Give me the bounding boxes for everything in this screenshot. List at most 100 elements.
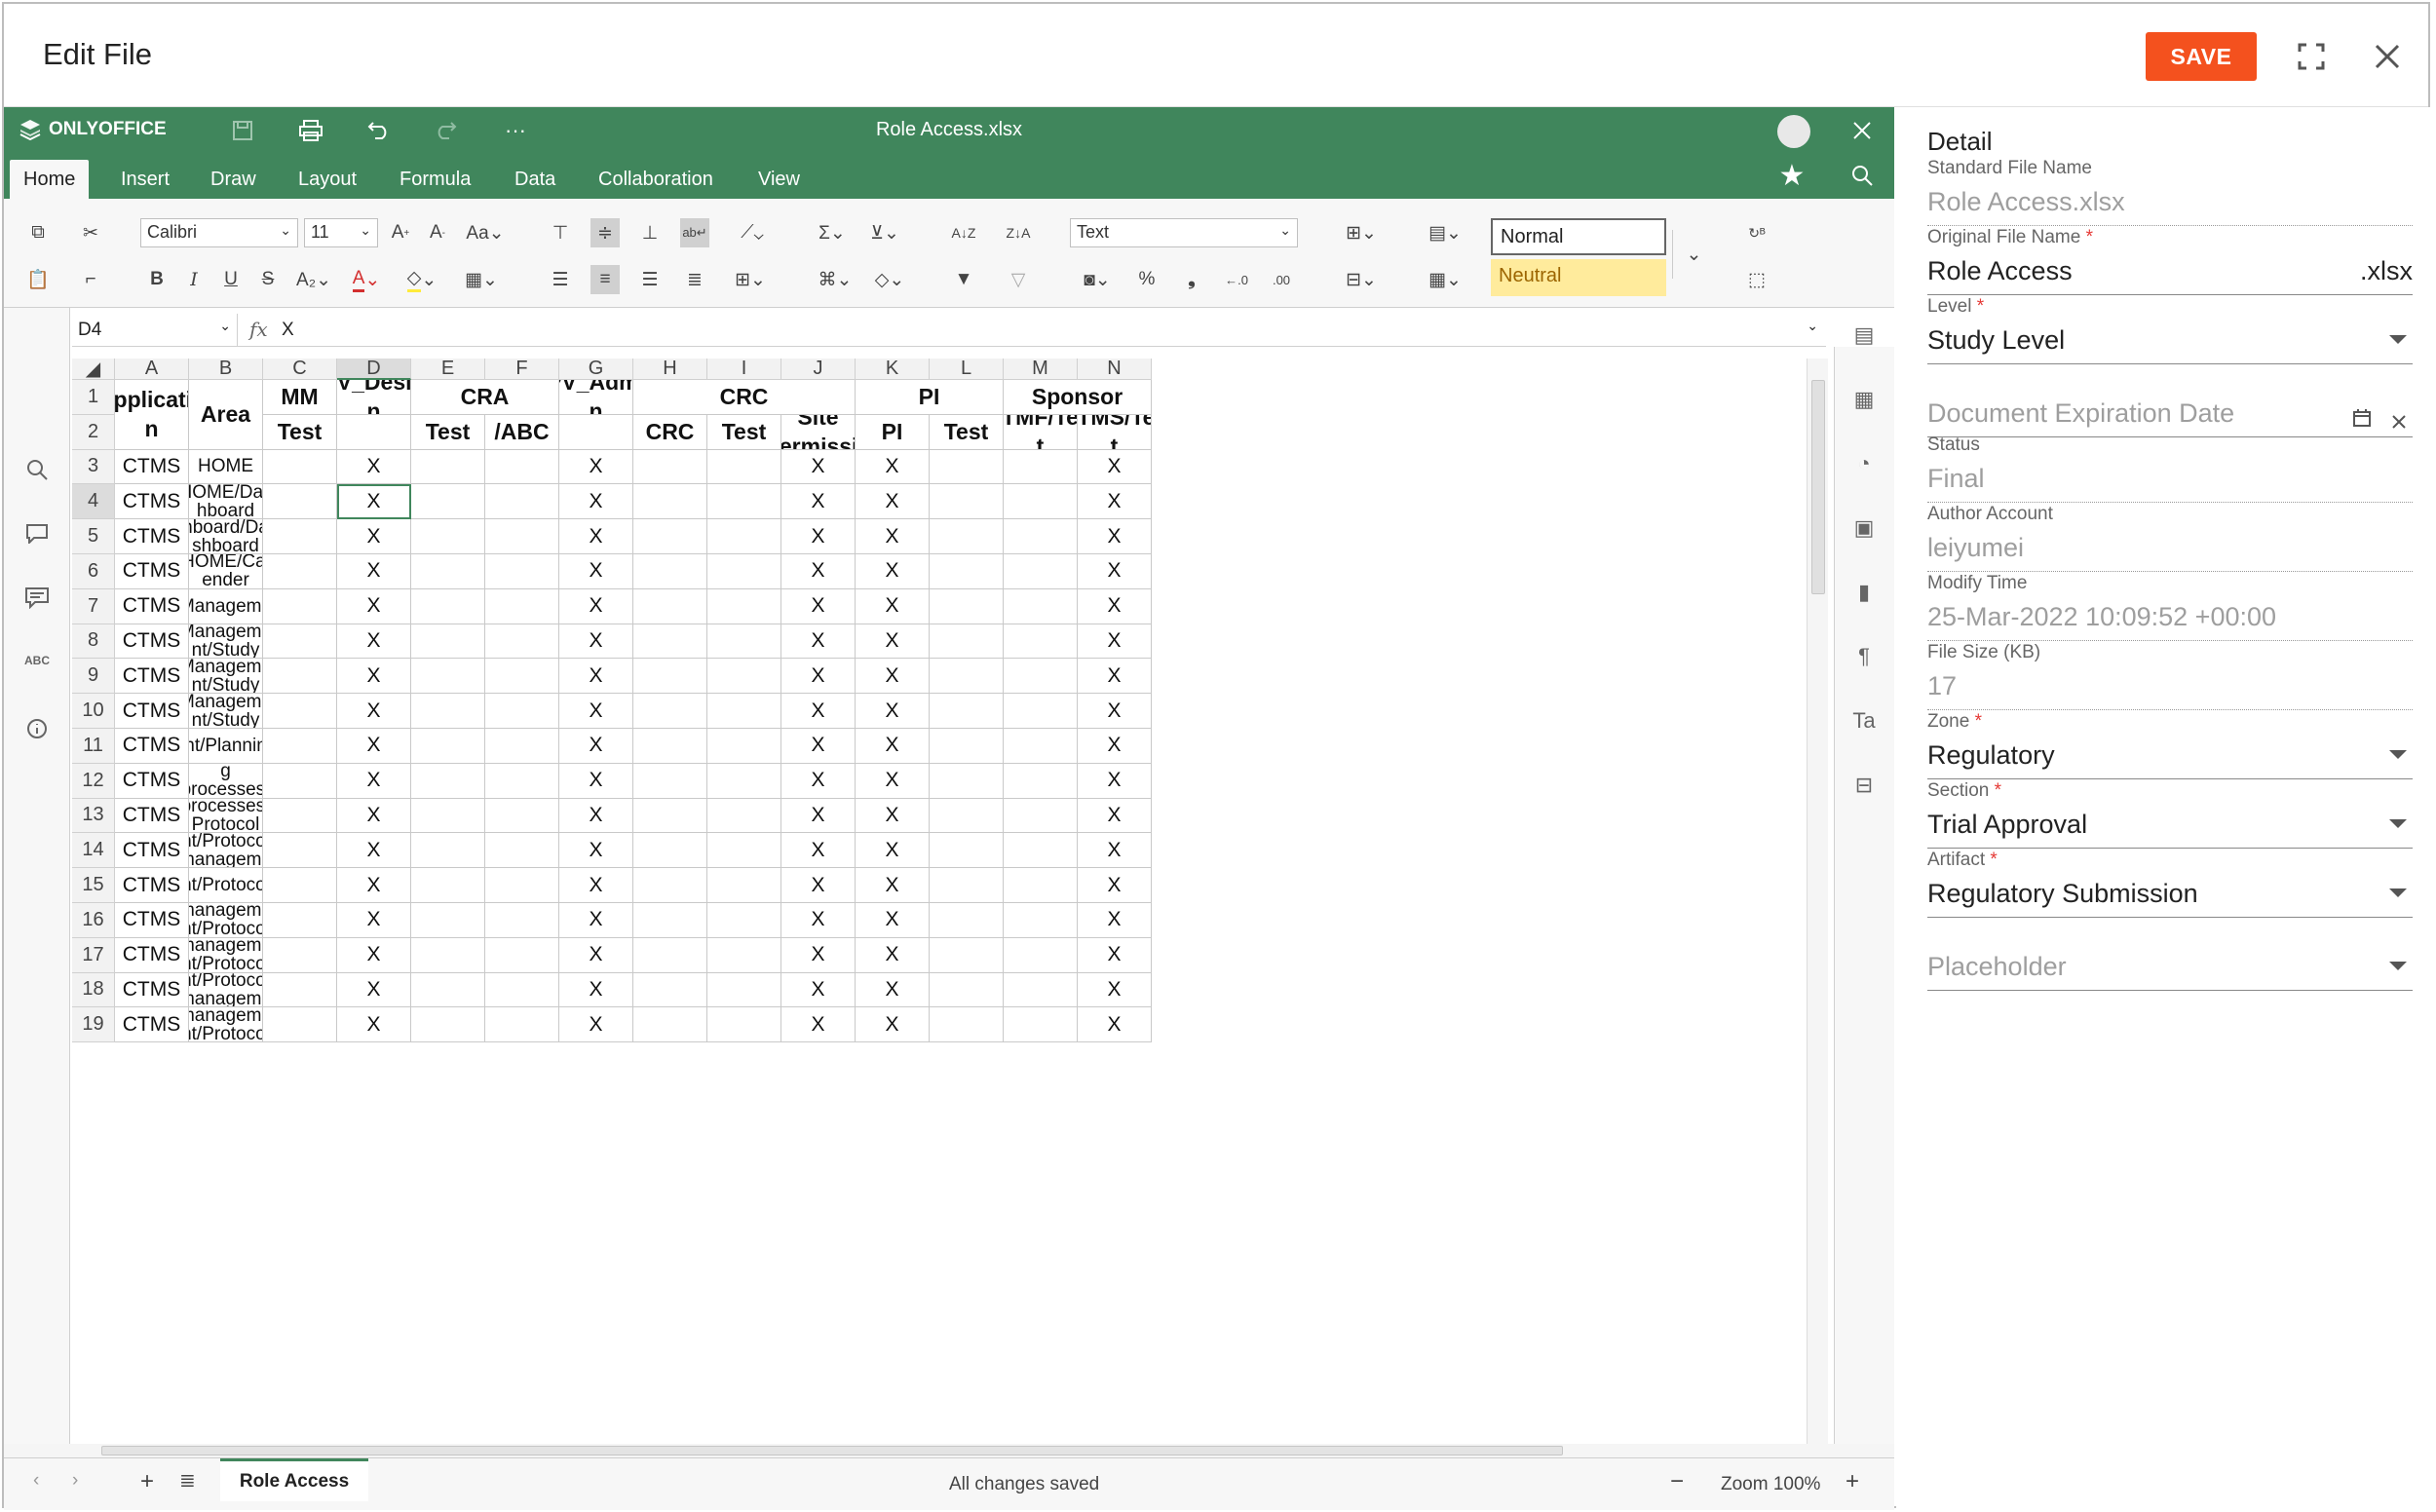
table-cell[interactable] (411, 624, 485, 660)
table-cell[interactable] (263, 694, 337, 729)
table-cell[interactable]: X (337, 868, 411, 903)
table-cell[interactable]: X (337, 972, 411, 1008)
table-cell[interactable] (1004, 449, 1078, 485)
table-cell[interactable]: X (1078, 972, 1152, 1008)
merge-cells-icon[interactable]: ⊞⌄ (725, 265, 776, 294)
table-cell[interactable]: X (1078, 729, 1152, 764)
table-cell[interactable] (485, 694, 559, 729)
accounting-icon[interactable]: ◙⌄ (1074, 265, 1121, 294)
table-cell[interactable] (633, 868, 707, 903)
table-cell[interactable]: X (781, 729, 856, 764)
table-cell[interactable] (1004, 729, 1078, 764)
table-cell[interactable]: X (337, 763, 411, 799)
format-as-table-icon[interactable]: ▦⌄ (1421, 265, 1469, 294)
filter-icon[interactable]: ▼ (949, 265, 978, 294)
date-field[interactable]: Document Expiration Date (1927, 398, 2413, 437)
calendar-icon[interactable] (2352, 404, 2372, 435)
paste-icon[interactable]: 📋 (23, 265, 53, 294)
header-cell[interactable]: MM (263, 380, 337, 415)
table-cell[interactable] (485, 554, 559, 589)
table-cell[interactable] (485, 519, 559, 554)
table-cell[interactable]: X (559, 554, 633, 589)
column-header[interactable]: A (115, 358, 189, 380)
row-header[interactable]: 18 (72, 972, 115, 1008)
table-cell[interactable]: X (856, 972, 930, 1008)
table-cell[interactable]: X (781, 588, 856, 624)
row-header[interactable]: 11 (72, 729, 115, 764)
table-cell[interactable]: X (856, 729, 930, 764)
table-cell[interactable] (930, 588, 1004, 624)
table-cell[interactable]: X (337, 519, 411, 554)
header-cell[interactable]: Test (263, 414, 337, 450)
justify-icon[interactable]: ≣ (680, 265, 709, 294)
table-cell[interactable]: X (1078, 694, 1152, 729)
table-cell[interactable] (930, 903, 1004, 938)
star-icon[interactable]: ★ (1775, 160, 1808, 192)
percent-icon[interactable]: % (1132, 265, 1161, 294)
table-cell[interactable] (263, 624, 337, 660)
header-cell[interactable]: /ABC (485, 414, 559, 450)
table-cell[interactable] (263, 833, 337, 869)
table-cell[interactable] (633, 1007, 707, 1043)
table-cell[interactable] (263, 449, 337, 485)
header-cell[interactable]: PV_Design (337, 380, 411, 415)
table-cell[interactable] (485, 937, 559, 973)
conditional-formatting-icon[interactable]: ▤⌄ (1421, 218, 1469, 247)
strikethrough-icon[interactable]: S (253, 265, 283, 294)
chat-icon[interactable] (21, 583, 53, 614)
table-cell[interactable]: Management/Study (189, 624, 263, 660)
table-cell[interactable]: processes/Protocol (189, 798, 263, 834)
table-cell[interactable]: nt/Plannin (189, 729, 263, 764)
table-cell[interactable] (707, 798, 781, 834)
table-cell[interactable]: CTMS (115, 588, 189, 624)
table-cell[interactable]: X (1078, 1007, 1152, 1043)
table-cell[interactable] (633, 519, 707, 554)
table-cell[interactable]: X (337, 1007, 411, 1043)
table-cell[interactable]: nt/Protocolmanageme (189, 833, 263, 869)
table-cell[interactable] (485, 833, 559, 869)
table-cell[interactable] (1004, 624, 1078, 660)
tab-collaboration[interactable]: Collaboration (585, 160, 727, 199)
paragraph-settings-icon[interactable]: ¶ (1848, 641, 1880, 672)
select-all-corner[interactable]: ◢ (72, 359, 115, 380)
search-icon[interactable] (1846, 160, 1879, 191)
table-cell[interactable]: X (559, 868, 633, 903)
table-cell[interactable]: X (559, 729, 633, 764)
table-cell[interactable] (1004, 588, 1078, 624)
table-cell[interactable] (930, 868, 1004, 903)
table-cell[interactable] (263, 868, 337, 903)
table-cell[interactable] (930, 937, 1004, 973)
table-cell[interactable] (707, 729, 781, 764)
table-cell[interactable] (633, 763, 707, 799)
row-header[interactable]: 19 (72, 1007, 115, 1043)
add-sheet-icon[interactable]: + (140, 1468, 154, 1495)
table-cell[interactable] (633, 694, 707, 729)
italic-icon[interactable]: I (179, 265, 209, 294)
horizontal-scroll-thumb[interactable] (101, 1446, 1563, 1455)
dropdown-arrow-icon[interactable] (2389, 819, 2407, 828)
table-cell[interactable] (411, 972, 485, 1008)
cell-settings-icon[interactable]: ▤ (1848, 320, 1880, 351)
table-cell[interactable]: X (856, 833, 930, 869)
table-cell[interactable] (633, 833, 707, 869)
underline-icon[interactable]: U (216, 265, 246, 294)
table-cell[interactable] (930, 972, 1004, 1008)
table-cell[interactable] (485, 624, 559, 660)
subscript-icon[interactable]: A₂⌄ (292, 265, 335, 294)
table-cell[interactable]: X (1078, 588, 1152, 624)
vertical-scrollbar[interactable] (1807, 359, 1828, 1450)
table-cell[interactable] (485, 798, 559, 834)
field-select[interactable]: Regulatory (1927, 740, 2413, 779)
table-cell[interactable] (1004, 798, 1078, 834)
close-icon[interactable] (2366, 35, 2409, 78)
table-cell[interactable]: X (1078, 519, 1152, 554)
header-cell[interactable]: Application (115, 380, 189, 450)
table-cell[interactable]: X (337, 729, 411, 764)
avatar[interactable] (1777, 115, 1810, 148)
table-cell[interactable]: X (781, 519, 856, 554)
tab-draw[interactable]: Draw (197, 160, 270, 199)
prev-sheet-icon[interactable]: ‹ (33, 1470, 39, 1492)
table-cell[interactable]: X (1078, 449, 1152, 485)
row-header[interactable]: 5 (72, 519, 115, 554)
table-cell[interactable] (411, 449, 485, 485)
